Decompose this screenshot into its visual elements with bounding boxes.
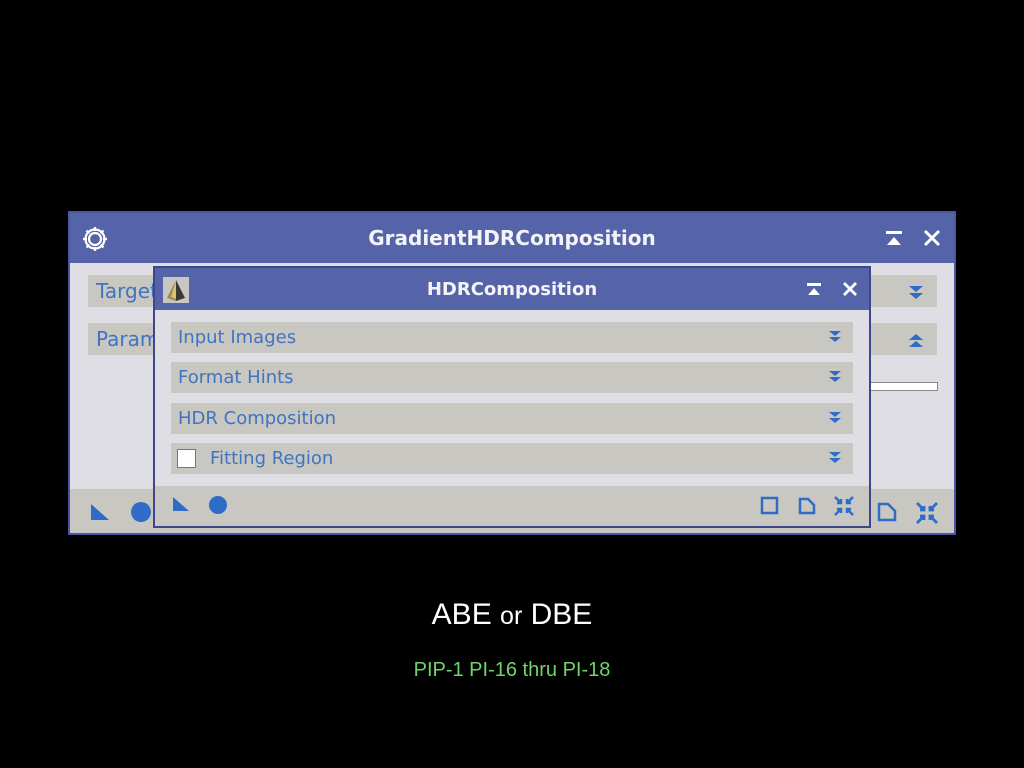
document-icon[interactable]	[876, 501, 898, 527]
outer-progress-slot	[870, 382, 938, 391]
reset-icon[interactable]	[832, 494, 856, 522]
chevron-down-icon[interactable]	[827, 369, 843, 385]
section-label: Input Images	[178, 327, 297, 348]
new-instance-icon[interactable]	[89, 502, 111, 526]
caption-or: or	[500, 602, 523, 630]
hdr-composition-window: HDRComposition Input Images Format Hints…	[153, 266, 871, 528]
shade-icon[interactable]	[805, 280, 823, 298]
caption-abe: ABE	[431, 598, 492, 631]
outer-titlebar[interactable]: GradientHDRComposition	[70, 213, 954, 263]
outer-section-label: Target	[96, 279, 158, 303]
inner-window-title: HDRComposition	[426, 278, 598, 300]
section-format-hints[interactable]: Format Hints	[171, 362, 853, 393]
apply-icon[interactable]	[130, 501, 152, 527]
close-icon[interactable]	[841, 280, 859, 298]
document-icon[interactable]	[797, 496, 817, 520]
section-input-images[interactable]: Input Images	[171, 322, 853, 353]
outer-section-label: Param	[96, 327, 160, 351]
fitting-region-checkbox[interactable]	[177, 449, 196, 468]
section-fitting-region[interactable]: Fitting Region	[171, 443, 853, 474]
gear-icon[interactable]	[80, 224, 110, 254]
new-instance-icon[interactable]	[171, 495, 191, 517]
inner-footer	[155, 486, 869, 526]
chevron-down-icon[interactable]	[827, 329, 843, 345]
shade-icon[interactable]	[884, 228, 904, 248]
reset-icon[interactable]	[914, 500, 940, 530]
process-icon[interactable]	[163, 277, 189, 303]
chevron-down-icon[interactable]	[827, 450, 843, 466]
section-label: HDR Composition	[178, 408, 337, 429]
caption-subtitle: PIP-1 PI-16 thru PI-18	[413, 659, 611, 681]
square-icon[interactable]	[760, 496, 779, 519]
inner-titlebar[interactable]: HDRComposition	[155, 268, 869, 310]
close-icon[interactable]	[922, 228, 942, 248]
outer-window-title: GradientHDRComposition	[368, 226, 656, 250]
apply-icon[interactable]	[208, 495, 228, 519]
caption-dbe: DBE	[530, 598, 593, 631]
chevron-up-icon[interactable]	[907, 331, 923, 347]
section-hdr-composition[interactable]: HDR Composition	[171, 403, 853, 434]
section-label: Format Hints	[178, 367, 294, 388]
chevron-down-icon[interactable]	[907, 283, 923, 299]
chevron-down-icon[interactable]	[827, 410, 843, 426]
section-label: Fitting Region	[210, 448, 334, 469]
caption-title: ABE or DBE	[0, 598, 1024, 632]
